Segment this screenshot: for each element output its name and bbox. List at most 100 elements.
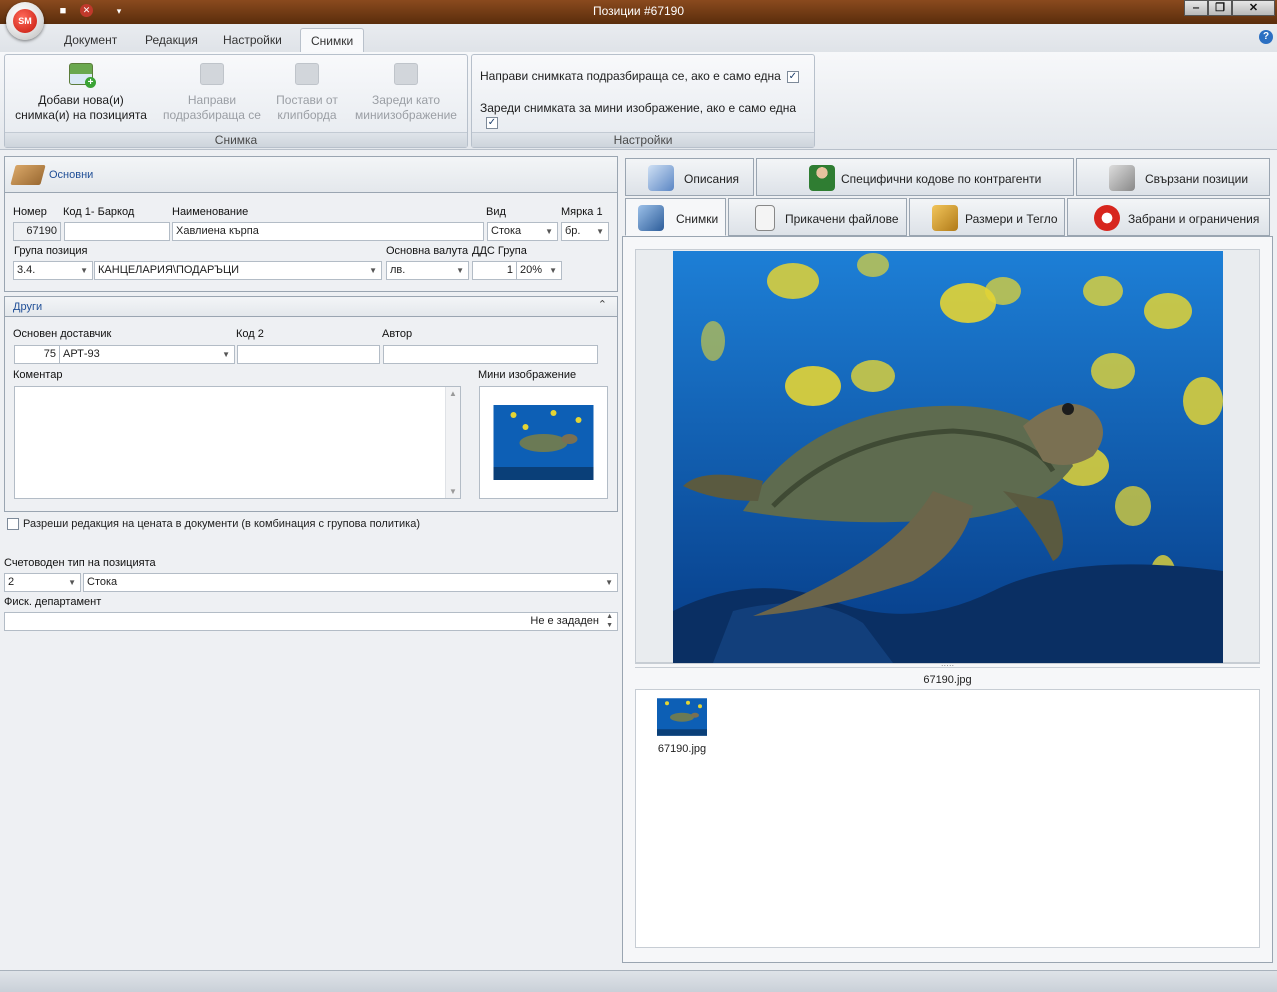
chevron-down-icon: ▼ xyxy=(68,578,76,587)
help-icon[interactable]: ? xyxy=(1259,30,1273,44)
window-title: Позиции #67190 xyxy=(592,4,685,18)
make-default-button[interactable]: Направи подразбираща се xyxy=(161,63,263,123)
ribbon: + Добави нова(и) снимка(и) на позицията … xyxy=(0,52,1277,150)
collapse-icon[interactable]: ⌃ xyxy=(598,298,607,311)
supplier-id-field[interactable]: 75 xyxy=(14,345,60,364)
supplier-label: Основен доставчик xyxy=(13,328,112,340)
chevron-down-icon: ▼ xyxy=(456,266,464,275)
author-field[interactable] xyxy=(383,345,598,364)
restore-button[interactable]: ❐ xyxy=(1208,0,1232,16)
tab-edit[interactable]: Редакция xyxy=(145,33,198,47)
load-as-thumbnail-button[interactable]: Зареди като миниизображение xyxy=(351,63,461,123)
tab-restrictions[interactable]: Забрани и ограничения xyxy=(1067,198,1270,236)
code2-field[interactable] xyxy=(237,345,380,364)
group-name-select[interactable]: КАНЦЕЛАРИЯ\ПОДАРЪЦИ ▼ xyxy=(94,261,382,280)
vat-code-field[interactable]: 1 xyxy=(472,261,517,280)
allow-price-edit-checkbox[interactable] xyxy=(7,518,19,531)
image-list-item[interactable]: 67190.jpg xyxy=(650,698,714,755)
thumbnail-image-checkbox[interactable]: ✓ xyxy=(486,116,498,129)
comment-scrollbar[interactable]: ▲ ▼ xyxy=(445,387,460,498)
tab-related-items[interactable]: Свързани позиции xyxy=(1076,158,1270,196)
supplier-select[interactable]: АРТ-93 ▼ xyxy=(59,345,235,364)
person-icon xyxy=(809,165,835,191)
application-menu-button[interactable]: SM xyxy=(6,2,44,40)
default-image-option: Направи снимката подразбираща се, ако е … xyxy=(480,69,799,83)
tab-settings[interactable]: Настройки xyxy=(223,33,282,47)
make-default-icon xyxy=(200,63,224,85)
link-icon xyxy=(1109,165,1135,191)
thumbnail-image-option: Зареди снимката за мини изображение, ако… xyxy=(480,101,814,129)
accounting-type-select[interactable]: Стока ▼ xyxy=(83,573,618,592)
images-tab-content: ····· 67190.jpg 67190.jpg xyxy=(622,236,1273,963)
ribbon-group-image: + Добави нова(и) снимка(и) на позицията … xyxy=(4,54,468,148)
tab-descriptions-label: Описания xyxy=(684,172,740,186)
kind-select[interactable]: Стока ▼ xyxy=(487,222,558,241)
author-label: Автор xyxy=(382,328,413,340)
allow-price-edit-label: Разреши редакция на цената в документи (… xyxy=(23,518,420,530)
basics-title[interactable]: Основни xyxy=(49,169,93,181)
tab-partner-codes[interactable]: Специфични кодове по контрагенти xyxy=(756,158,1074,196)
default-image-checkbox[interactable]: ✓ xyxy=(786,70,799,83)
vat-rate-select[interactable]: 20% ▼ xyxy=(516,261,562,280)
fiscal-value: Не е зададен xyxy=(530,615,599,627)
group-code-select[interactable]: 3.4. ▼ xyxy=(13,261,93,280)
thumbnail-label-2: миниизображение xyxy=(355,108,457,122)
paste-label-2: клипборда xyxy=(277,108,337,122)
splitter[interactable]: ····· xyxy=(635,662,1260,670)
image-list[interactable]: 67190.jpg xyxy=(635,689,1260,948)
barcode-field[interactable] xyxy=(64,222,170,241)
accounting-type-value: Стока xyxy=(87,576,118,588)
tab-images[interactable]: Снимки xyxy=(300,28,365,52)
add-image-button[interactable]: + Добави нова(и) снимка(и) на позицията xyxy=(11,63,151,123)
thumbnail-label: Мини изображение xyxy=(478,369,577,381)
make-default-label-1: Направи xyxy=(187,93,237,107)
unit-select[interactable]: бр. ▼ xyxy=(561,222,609,241)
status-bar xyxy=(0,970,1277,992)
tab-images-panel[interactable]: Снимки xyxy=(625,198,726,236)
box-icon xyxy=(10,165,46,185)
close-button[interactable]: ✕ xyxy=(1232,0,1275,16)
thumb-fish xyxy=(522,424,529,430)
thumb-turtle-head xyxy=(561,434,578,444)
others-title[interactable]: Други xyxy=(13,301,42,313)
main-image-viewer[interactable] xyxy=(635,249,1260,663)
scroll-up-icon[interactable]: ▲ xyxy=(449,389,457,398)
thumbnail-box[interactable] xyxy=(479,386,608,499)
unit-value: бр. xyxy=(565,225,581,237)
currency-label: Основна валута xyxy=(386,245,469,257)
add-image-label-2: снимка(и) на позицията xyxy=(15,108,147,122)
tab-dimensions[interactable]: Размери и Тегло xyxy=(909,198,1065,236)
chevron-down-icon: ▼ xyxy=(80,266,88,275)
fish xyxy=(1183,377,1223,425)
main-image-caption: 67190.jpg xyxy=(923,674,972,686)
tab-partner-codes-label: Специфични кодове по контрагенти xyxy=(841,172,1042,186)
accounting-code-select[interactable]: 2 ▼ xyxy=(4,573,81,592)
ribbon-group-caption-image: Снимка xyxy=(5,132,467,147)
scroll-down-icon[interactable]: ▼ xyxy=(449,487,457,496)
thumb-fish xyxy=(510,412,517,418)
name-field[interactable]: Хавлиена кърпа xyxy=(172,222,484,241)
tab-attached-files[interactable]: Прикачени файлове xyxy=(728,198,907,236)
thumbnail-icon xyxy=(394,63,418,85)
tab-document[interactable]: Документ xyxy=(64,33,117,47)
barcode-label: Код 1- Баркод xyxy=(63,206,135,218)
tab-descriptions[interactable]: Описания xyxy=(625,158,754,196)
list-thumb-fish xyxy=(698,704,702,709)
thumb-fish xyxy=(575,417,582,423)
kind-value: Стока xyxy=(491,225,522,237)
paste-from-clipboard-button[interactable]: Постави от клипборда xyxy=(271,63,343,123)
fiscal-select[interactable]: Не е зададен ▲ ▼ xyxy=(4,612,618,631)
group-code-value: 3.4. xyxy=(17,264,36,276)
photo-icon xyxy=(638,205,664,231)
tab-dimensions-label: Размери и Тегло xyxy=(965,212,1058,226)
spin-icon: ▲ ▼ xyxy=(606,613,613,629)
number-field[interactable]: 67190 xyxy=(13,222,61,241)
currency-select[interactable]: лв. ▼ xyxy=(386,261,469,280)
minimize-button[interactable]: ‒ xyxy=(1184,0,1208,16)
turtle-eye xyxy=(1062,403,1074,415)
comment-field[interactable] xyxy=(14,386,461,499)
name-label: Наименование xyxy=(172,206,249,218)
ribbon-group-settings: Направи снимката подразбираща се, ако е … xyxy=(471,54,815,148)
fish xyxy=(1115,486,1151,526)
fish xyxy=(857,253,889,277)
